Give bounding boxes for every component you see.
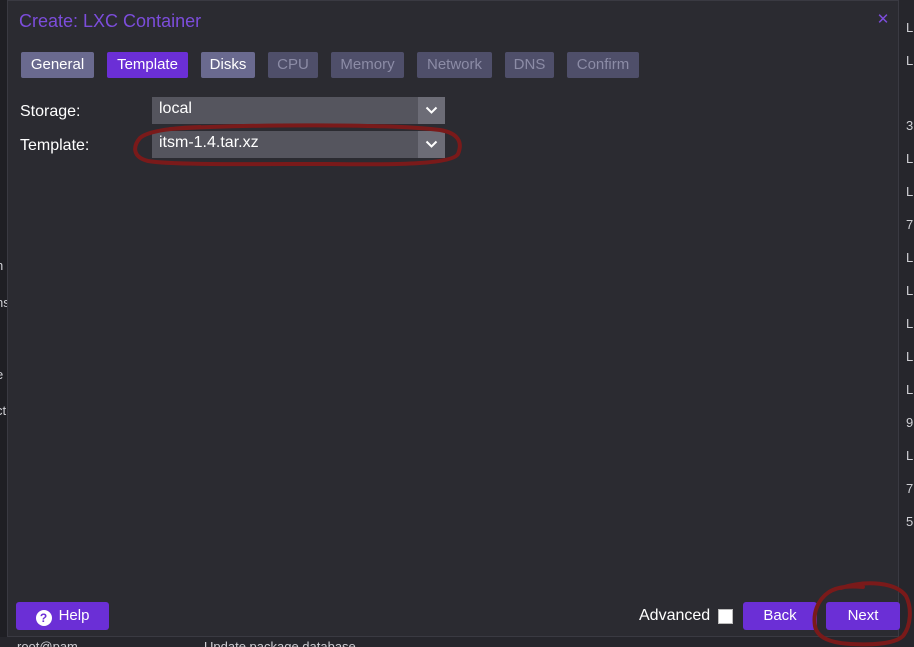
background-text: 7: (906, 217, 914, 232)
background-text: e (0, 367, 3, 382)
tab-disks[interactable]: Disks (201, 52, 255, 78)
tab-confirm[interactable]: Confirm (567, 52, 639, 78)
background-text: L: (906, 151, 914, 166)
tab-cpu[interactable]: CPU (268, 52, 318, 78)
tab-general[interactable]: General (21, 52, 94, 78)
background-text: L: (906, 53, 914, 68)
background-text: L: (906, 250, 914, 265)
help-button[interactable]: ? Help (16, 602, 109, 630)
close-icon[interactable]: ✕ (874, 11, 892, 29)
tab-template[interactable]: Template (107, 52, 188, 78)
help-icon: ? (35, 610, 52, 626)
chevron-down-icon (425, 140, 438, 148)
background-text: L: (906, 382, 914, 397)
storage-label: Storage: (20, 103, 81, 120)
help-button-label: Help (58, 607, 90, 624)
template-dropdown-trigger[interactable] (418, 131, 445, 158)
background-text: 7: (906, 481, 914, 496)
background-text: L: (906, 349, 914, 364)
background-text: n (0, 258, 3, 273)
background-text: L: (906, 448, 914, 463)
advanced-label: Advanced (639, 607, 711, 624)
background-text: L: (906, 20, 914, 35)
template-label: Template: (20, 137, 90, 154)
background-text: ct (0, 403, 7, 418)
storage-dropdown-trigger[interactable] (418, 97, 445, 124)
template-combobox[interactable]: itsm-1.4.tar.xz (152, 131, 445, 158)
background-text: 5: (906, 514, 914, 529)
tab-network[interactable]: Network (417, 52, 492, 78)
background-text: root@pam (17, 639, 78, 647)
tab-memory[interactable]: Memory (331, 52, 404, 78)
chevron-down-icon (425, 106, 438, 114)
tab-dns[interactable]: DNS (505, 52, 554, 78)
background-bottom-edge: root@pam Update package database (0, 637, 914, 647)
storage-value: local (159, 100, 192, 117)
background-text: L: (906, 283, 914, 298)
create-lxc-dialog: Create: LXC Container ✕ General Template… (7, 0, 900, 637)
advanced-checkbox[interactable] (718, 609, 733, 624)
background-right-edge: L: L: 3: L: L: 7: L: L: L: L: L: 9: L: 7… (899, 0, 914, 647)
template-value: itsm-1.4.tar.xz (159, 134, 259, 151)
background-text: 3: (906, 118, 914, 133)
template-panel: Storage: local Template: itsm-1.4.tar.xz (8, 86, 898, 596)
background-text: Update package database (204, 639, 356, 647)
background-text: 9: (906, 415, 914, 430)
dialog-title: Create: LXC Container (19, 11, 202, 31)
storage-combobox[interactable]: local (152, 97, 445, 124)
background-text: L: (906, 316, 914, 331)
next-button[interactable]: Next (826, 602, 900, 630)
back-button[interactable]: Back (743, 602, 817, 630)
background-text: L: (906, 184, 914, 199)
